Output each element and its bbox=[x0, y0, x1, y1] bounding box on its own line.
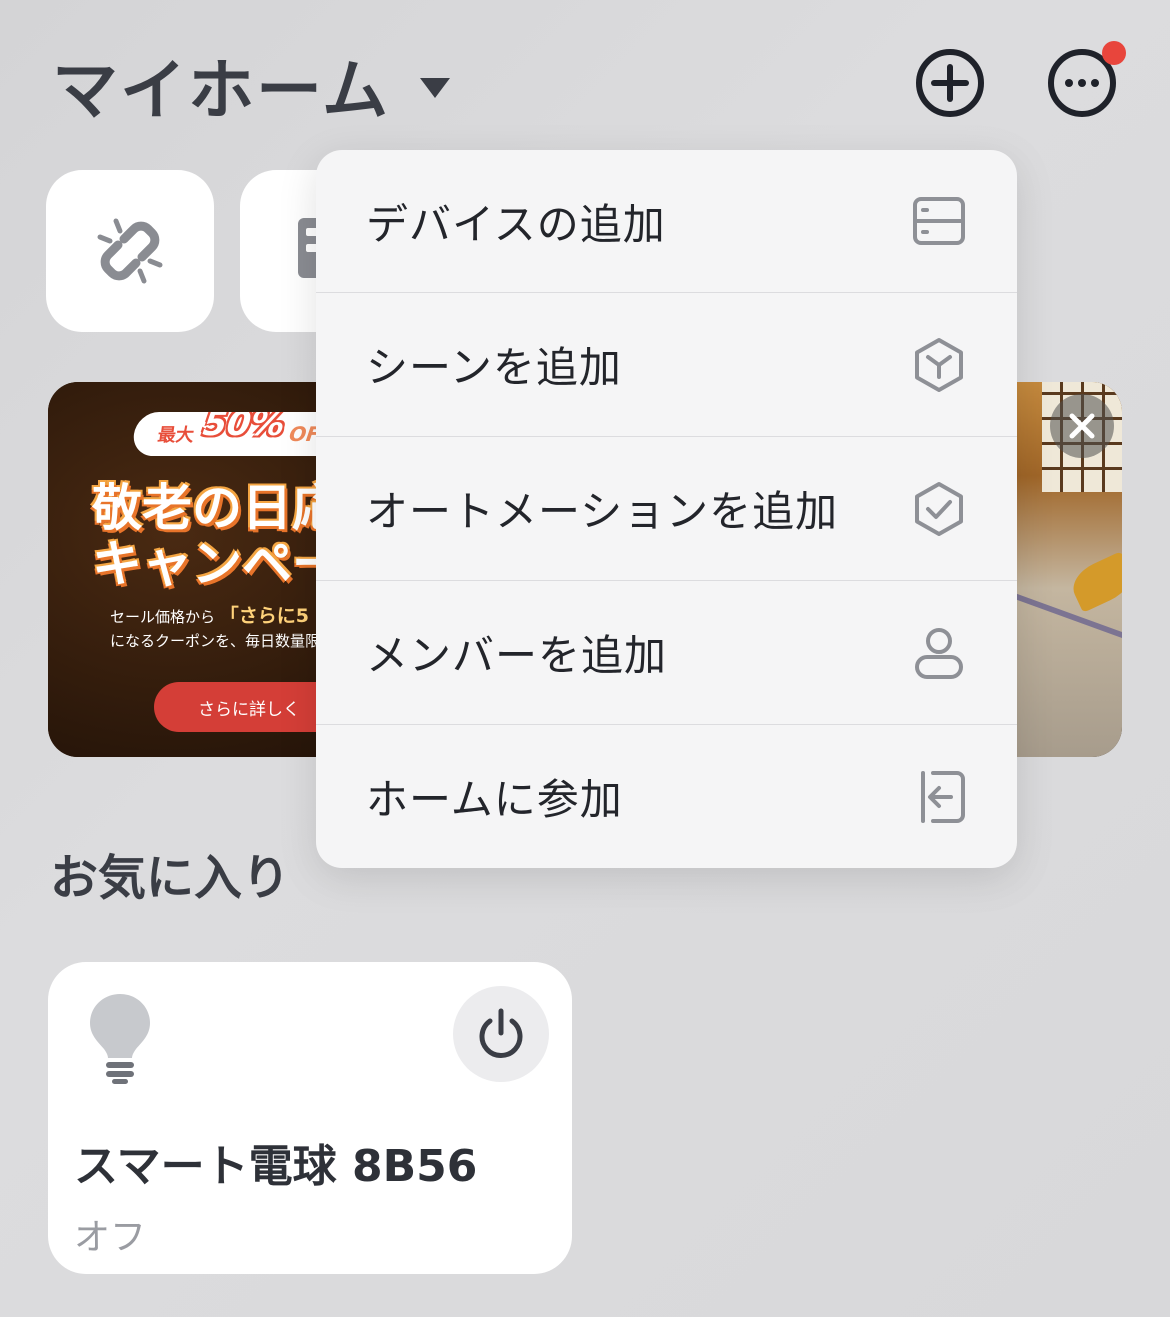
device-card[interactable]: スマート電球 8B56 オフ bbox=[48, 962, 572, 1274]
menu-item-label: デバイスの追加 bbox=[366, 199, 666, 249]
menu-item-add-automation[interactable]: オートメーションを追加 bbox=[316, 436, 1017, 580]
add-button[interactable] bbox=[914, 47, 986, 119]
menu-item-label: オートメーションを追加 bbox=[366, 487, 839, 536]
menu-item-join-home[interactable]: ホームに参加 bbox=[316, 724, 1017, 868]
caret-down-icon bbox=[420, 78, 451, 98]
join-home-icon bbox=[921, 770, 965, 823]
menu-item-add-member[interactable]: メンバーを追加 bbox=[316, 580, 1017, 724]
add-menu: デバイスの追加 シーンを追加 オートメーションを追加 メンバーを追加 ホームに参… bbox=[316, 150, 1017, 868]
menu-item-label: メンバーを追加 bbox=[366, 631, 668, 680]
close-icon bbox=[1069, 413, 1095, 439]
home-title: マイホーム bbox=[52, 52, 391, 129]
menu-item-label: シーンを追加 bbox=[366, 343, 622, 392]
promo-title-line2: キャンペー bbox=[92, 535, 342, 593]
promo-desc-prefix: セール価格から bbox=[110, 608, 216, 626]
banner-close-button[interactable] bbox=[1050, 394, 1114, 458]
badge-percent: 50% bbox=[200, 412, 288, 444]
power-toggle-button[interactable] bbox=[453, 986, 549, 1082]
notification-dot bbox=[1102, 41, 1126, 65]
home-selector[interactable]: マイホーム bbox=[52, 40, 451, 130]
promo-description: セール価格から 「さらに5 になるクーポンを、毎日数量限 bbox=[110, 604, 320, 653]
plus-circle-icon bbox=[916, 49, 984, 117]
promo-title: 敬老の日応 キャンペー bbox=[92, 480, 342, 592]
menu-item-add-scene[interactable]: シーンを追加 bbox=[316, 292, 1017, 436]
unlink-icon bbox=[97, 218, 163, 284]
bulb-icon bbox=[90, 994, 150, 1084]
favorites-title: お気に入り bbox=[50, 850, 291, 906]
member-icon bbox=[915, 627, 963, 679]
scene-hexagon-icon bbox=[915, 337, 963, 392]
shortcut-unlink[interactable] bbox=[46, 170, 214, 332]
device-panel-icon bbox=[913, 197, 965, 245]
leaf-decoration bbox=[1066, 551, 1122, 613]
device-status: オフ bbox=[74, 1217, 147, 1258]
promo-desc-line2: になるクーポンを、毎日数量限 bbox=[110, 632, 321, 650]
promo-title-line1: 敬老の日応 bbox=[92, 479, 342, 537]
badge-prefix: 最大 bbox=[156, 425, 196, 446]
menu-item-label: ホームに参加 bbox=[366, 775, 623, 824]
menu-item-add-device[interactable]: デバイスの追加 bbox=[316, 150, 1017, 292]
device-name: スマート電球 8B56 bbox=[74, 1141, 478, 1192]
promo-desc-highlight: 「さらに5 bbox=[219, 605, 310, 627]
power-icon bbox=[479, 1008, 523, 1058]
automation-check-icon bbox=[915, 481, 963, 536]
